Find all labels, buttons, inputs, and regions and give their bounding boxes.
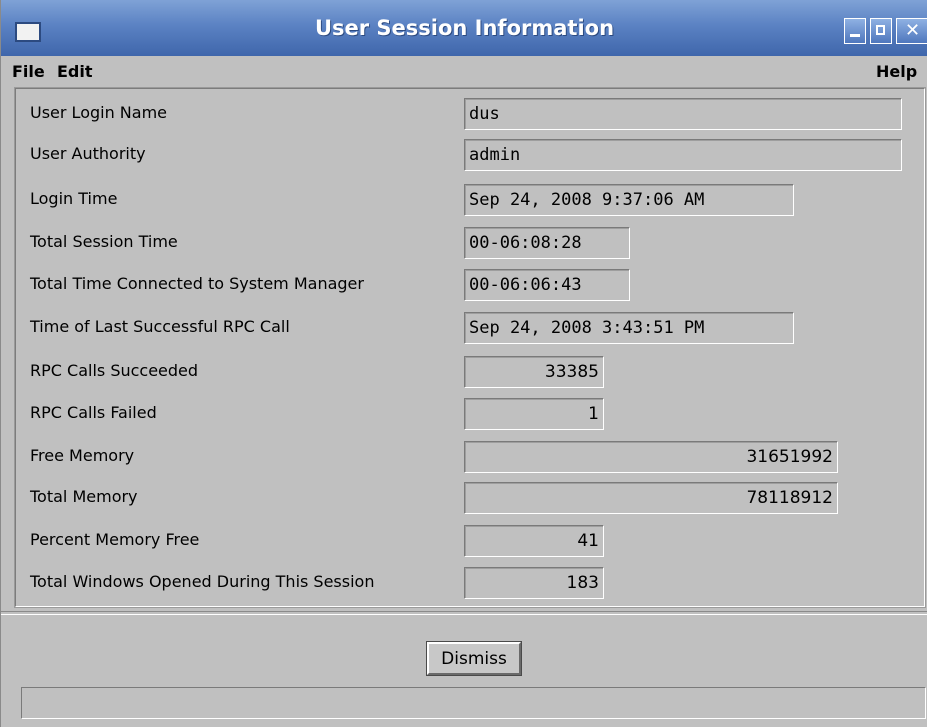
total-session-time-field[interactable]: 00-06:08:28 xyxy=(464,227,630,259)
minimize-button[interactable] xyxy=(844,18,866,44)
field-label: Total Windows Opened During This Session xyxy=(30,572,375,591)
field-label: User Login Name xyxy=(30,103,168,122)
row-user-authority: User Authority admin xyxy=(16,139,924,171)
status-bar xyxy=(21,687,926,719)
maximize-button[interactable] xyxy=(870,18,892,44)
row-time-connected: Total Time Connected to System Manager 0… xyxy=(16,269,924,301)
row-percent-memory-free: Percent Memory Free 41 xyxy=(16,525,924,557)
minimize-icon xyxy=(850,34,860,37)
row-login-time: Login Time Sep 24, 2008 9:37:06 AM xyxy=(16,184,924,216)
row-user-login-name: User Login Name dus xyxy=(16,98,924,130)
field-label: Total Memory xyxy=(30,487,138,506)
row-free-memory: Free Memory 31651992 xyxy=(16,441,924,473)
field-label: RPC Calls Failed xyxy=(30,403,157,422)
row-windows-opened: Total Windows Opened During This Session… xyxy=(16,567,924,599)
field-label: Login Time xyxy=(30,189,118,208)
windows-opened-field[interactable]: 183 xyxy=(464,567,604,599)
rpc-succeeded-field[interactable]: 33385 xyxy=(464,356,604,388)
user-authority-field[interactable]: admin xyxy=(464,139,902,171)
separator xyxy=(1,611,927,615)
row-total-session-time: Total Session Time 00-06:08:28 xyxy=(16,227,924,259)
rpc-failed-field[interactable]: 1 xyxy=(464,398,604,430)
field-label: Free Memory xyxy=(30,446,135,465)
maximize-icon xyxy=(876,25,885,35)
row-rpc-succeeded: RPC Calls Succeeded 33385 xyxy=(16,356,924,388)
close-icon: ✕ xyxy=(904,20,921,41)
dismiss-button[interactable]: Dismiss xyxy=(426,641,522,676)
close-button[interactable]: ✕ xyxy=(896,18,927,44)
field-label: User Authority xyxy=(30,144,146,163)
field-label: Total Session Time xyxy=(30,232,178,251)
field-label: RPC Calls Succeeded xyxy=(30,361,199,380)
user-login-name-field[interactable]: dus xyxy=(464,98,902,130)
window-title: User Session Information xyxy=(314,16,615,40)
row-last-rpc-call: Time of Last Successful RPC Call Sep 24,… xyxy=(16,312,924,344)
menu-edit[interactable]: Edit xyxy=(57,62,93,81)
percent-memory-free-field[interactable]: 41 xyxy=(464,525,604,557)
free-memory-field[interactable]: 31651992 xyxy=(464,441,838,473)
menu-file[interactable]: File xyxy=(12,62,45,81)
login-time-field[interactable]: Sep 24, 2008 9:37:06 AM xyxy=(464,184,794,216)
menu-bar: File Edit Help xyxy=(1,56,927,88)
field-label: Percent Memory Free xyxy=(30,530,200,549)
menu-help[interactable]: Help xyxy=(876,62,917,81)
row-rpc-failed: RPC Calls Failed 1 xyxy=(16,398,924,430)
total-memory-field[interactable]: 78118912 xyxy=(464,482,838,514)
title-bar[interactable]: User Session Information ✕ xyxy=(1,0,927,56)
last-rpc-call-field[interactable]: Sep 24, 2008 3:43:51 PM xyxy=(464,312,794,344)
time-connected-field[interactable]: 00-06:06:43 xyxy=(464,269,630,301)
user-session-window: User Session Information ✕ File Edit Hel… xyxy=(0,0,927,727)
field-label: Time of Last Successful RPC Call xyxy=(30,317,290,336)
session-info-panel: User Login Name dus User Authority admin… xyxy=(14,87,926,608)
field-label: Total Time Connected to System Manager xyxy=(30,274,364,293)
row-total-memory: Total Memory 78118912 xyxy=(16,482,924,514)
